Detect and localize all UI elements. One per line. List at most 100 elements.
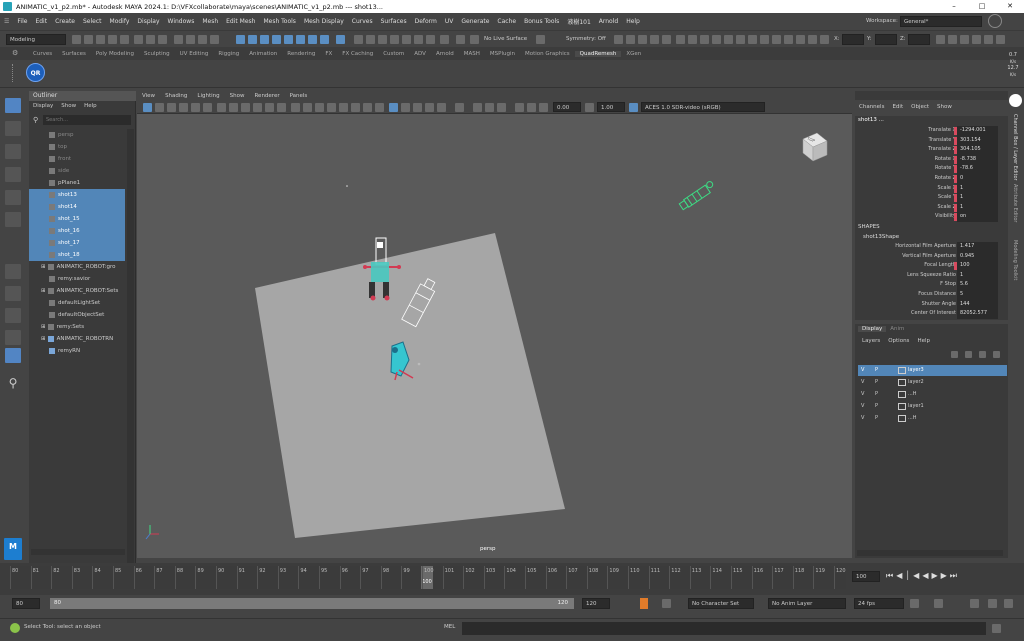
layer-menu-layers[interactable]: Layers (858, 338, 884, 344)
menu-mesh-tools[interactable]: Mesh Tools (259, 18, 299, 25)
shape-focus-distance[interactable]: Focus Distance 5 (855, 290, 1008, 300)
layer-name[interactable]: ...H (908, 413, 917, 424)
side-tab-channel-box[interactable]: Channel Box / Layer Editor (1012, 114, 1018, 194)
workspace-dropdown[interactable]: General* (900, 16, 982, 27)
scale-tool-icon[interactable] (5, 212, 21, 227)
open-scene-icon[interactable] (84, 35, 93, 44)
color-management-icon[interactable] (629, 103, 638, 112)
menu-mesh[interactable]: Mesh (198, 18, 222, 25)
outliner-item-persp[interactable]: persp (29, 129, 125, 141)
outliner-item-remy-savior[interactable]: remy:savior (29, 273, 125, 285)
render-settings-icon[interactable] (390, 35, 399, 44)
step-forward-frame-icon[interactable]: ▶ (941, 571, 950, 580)
channel-rotate-y[interactable]: Rotate Y -78.6 (855, 164, 1008, 174)
menu-deform[interactable]: Deform (411, 18, 441, 25)
layer-move-up-icon[interactable] (951, 351, 958, 358)
layer-playback-toggle[interactable]: P (875, 365, 878, 376)
side-tab-attribute-editor[interactable]: Attribute Editor (1012, 184, 1018, 222)
layer-editor-scrollbar[interactable] (857, 550, 1003, 556)
channel-menu-show[interactable]: Show (933, 104, 956, 114)
shelf-settings-icon[interactable]: ⚙ (12, 49, 18, 57)
maya-assist-icon[interactable]: M (4, 538, 22, 560)
layer-menu-options[interactable]: Options (884, 338, 913, 344)
channel-menu-object[interactable]: Object (907, 104, 933, 114)
key-tangent-icon[interactable] (970, 599, 979, 608)
grease-pencil-icon[interactable] (203, 103, 212, 112)
outliner-item-remyrn[interactable]: remyRN (29, 345, 125, 357)
sidebar-toggle-4-icon[interactable] (972, 35, 981, 44)
viewport-menu-lighting[interactable]: Lighting (192, 91, 224, 102)
layer-tab-anim[interactable]: Anim (886, 326, 908, 332)
hypershade-icon[interactable] (402, 35, 411, 44)
menu-uv[interactable]: UV (441, 18, 458, 25)
2d-pan-zoom-icon[interactable] (191, 103, 200, 112)
playblast-icon[interactable] (772, 35, 781, 44)
outliner-menu-show[interactable]: Show (57, 101, 80, 111)
viewport-menu-panels[interactable]: Panels (285, 91, 313, 102)
viewcube[interactable]: TOP (799, 131, 829, 163)
smooth-shade-icon[interactable] (303, 103, 312, 112)
selected-camera-shot13[interactable] (678, 180, 716, 211)
save-scene-icon[interactable] (96, 35, 105, 44)
viewport-menu-view[interactable]: View (137, 91, 160, 102)
exposure-icon[interactable] (539, 103, 548, 112)
channel-scale-z[interactable]: Scale Z1 (855, 202, 1008, 213)
highlight-icon[interactable] (497, 103, 506, 112)
layer-color-icon[interactable] (898, 415, 906, 422)
channel-rotate-x[interactable]: Rotate X -8.738 (855, 154, 1008, 165)
menu-file[interactable]: File (13, 18, 31, 25)
snap-view-plane-icon[interactable] (272, 35, 281, 44)
four-view-icon[interactable] (5, 286, 21, 301)
shape-center-of-interest[interactable]: Center Of Interest 82052.577 (855, 309, 1008, 319)
shelf-tab-arnold[interactable]: Arnold (431, 51, 459, 57)
outliner-item-shot13[interactable]: shot13 (29, 189, 125, 201)
shelf-tab-custom[interactable]: Custom (378, 51, 409, 57)
layer-visibility-toggle[interactable]: V (861, 389, 864, 400)
script-editor-icon[interactable] (992, 624, 1001, 633)
shape-lens-squeeze[interactable]: Lens Squeeze Ratio 1 (855, 270, 1008, 281)
select-camera-icon[interactable] (143, 103, 152, 112)
shape-focal-length[interactable]: Focal Length 100 (855, 261, 1008, 271)
channel-translate-z[interactable]: Translate Z 304.105 (855, 145, 1008, 155)
render-frame-icon[interactable] (366, 35, 375, 44)
channel-scale-y[interactable]: Scale Y1 (855, 193, 1008, 203)
render-setup-icon[interactable] (414, 35, 423, 44)
layer-playback-toggle[interactable]: P (875, 401, 878, 412)
layer-tab-display[interactable]: Display (858, 326, 887, 332)
sound-icon[interactable] (934, 599, 943, 608)
step-back-key-icon[interactable]: ◀│ (896, 571, 913, 580)
outliner-item-animatic-robot-sets[interactable]: ⊞ ANIMATIC_ROBOT:Sets (29, 285, 125, 297)
menu-modify[interactable]: Modify (106, 18, 134, 25)
mask-curves-icon[interactable] (198, 35, 207, 44)
xray-joints-icon[interactable] (339, 103, 348, 112)
script-language-label[interactable]: MEL (444, 624, 455, 630)
new-layer-selected-icon[interactable] (993, 351, 1000, 358)
quadremesh-button[interactable]: QR (26, 63, 45, 82)
snap-curve-icon[interactable] (248, 35, 257, 44)
x-field[interactable] (842, 34, 864, 45)
shelf-tab-poly-modeling[interactable]: Poly Modeling (91, 51, 139, 57)
multisample-icon[interactable] (527, 103, 536, 112)
shape-h-film-aperture[interactable]: Horizontal Film Aperture 1.417 (855, 242, 1008, 252)
layer-row-h-1[interactable]: V P ...H (858, 389, 1007, 400)
channel-rotate-z[interactable]: Rotate Z0 (855, 174, 1008, 184)
y-field[interactable] (875, 34, 897, 45)
gate-mask-icon[interactable] (253, 103, 262, 112)
channel-translate-x[interactable]: Translate X -1294.001 (855, 126, 1008, 136)
attribute-icon[interactable] (688, 35, 697, 44)
isolate-select-icon[interactable] (389, 103, 398, 112)
shelf-tab-rigging[interactable]: Rigging (213, 51, 244, 57)
shelf-tab-quadremesh[interactable]: QuadRemesh (574, 50, 622, 57)
viewport-icon[interactable] (650, 35, 659, 44)
live-surface-label[interactable]: No Live Surface (484, 36, 527, 42)
view-transform-dropdown[interactable]: ACES 1.0 SDR-video (sRGB) (641, 102, 765, 112)
magnet-icon[interactable] (456, 35, 465, 44)
xgen-icon[interactable] (638, 35, 647, 44)
layer-playback-toggle[interactable]: P (875, 377, 878, 388)
outliner-item-side[interactable]: side (29, 165, 125, 177)
minimize-icon[interactable]: – (940, 0, 968, 13)
outliner-item-front[interactable]: front (29, 153, 125, 165)
outliner-item-shot18[interactable]: shot_18 (29, 249, 125, 261)
grid-icon[interactable] (217, 103, 226, 112)
mask-joints-icon[interactable] (186, 35, 195, 44)
